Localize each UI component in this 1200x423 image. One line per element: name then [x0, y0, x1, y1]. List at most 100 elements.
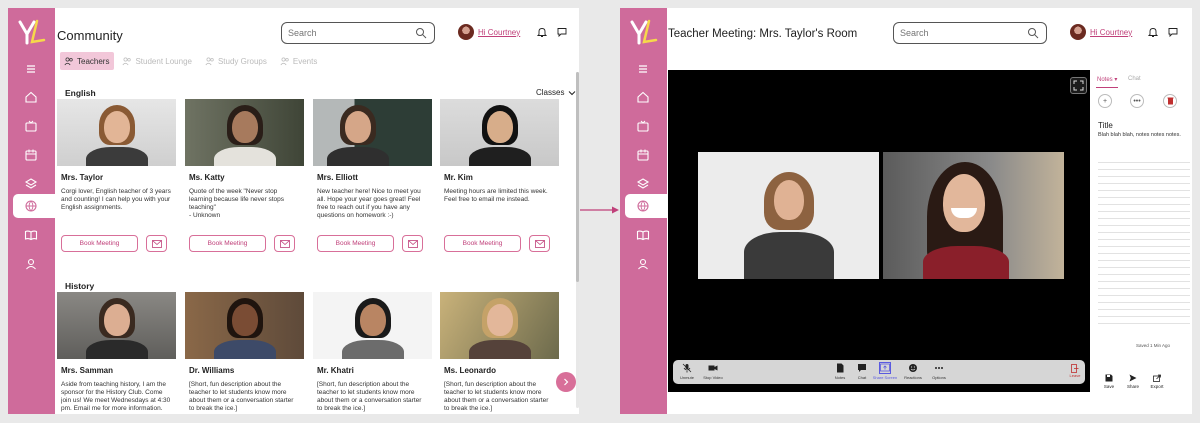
tab-study-groups[interactable]: Study Groups: [201, 52, 272, 70]
globe-icon[interactable]: [22, 197, 40, 215]
mail-icon: [151, 239, 162, 248]
next-page-button[interactable]: [556, 372, 576, 392]
saved-status: Saved 1 Min Ago: [1136, 343, 1171, 348]
tv-icon[interactable]: [634, 117, 652, 135]
globe-icon[interactable]: [634, 197, 652, 215]
share-note-button[interactable]: Share: [1124, 374, 1142, 389]
teacher-description: Quote of the week "Never stop learning b…: [189, 188, 285, 219]
meeting-controls: Unmute Stop Video Notes Chat Share Scree…: [673, 360, 1085, 384]
email-button[interactable]: [146, 235, 167, 252]
save-icon: [1105, 374, 1113, 382]
tab-student-lounge[interactable]: Student Lounge: [118, 52, 197, 70]
stop-video-button[interactable]: Stop Video: [701, 363, 725, 380]
reactions-button[interactable]: Reactions: [901, 363, 925, 380]
add-note-button[interactable]: +: [1098, 94, 1112, 108]
page-title: Community: [57, 28, 123, 43]
teacher-card: Mrs. Elliott New teacher here! Nice to m…: [313, 99, 432, 252]
sidebar: [8, 8, 55, 414]
menu-icon[interactable]: [634, 60, 652, 78]
teacher-card: Dr. Williams [Short, fun description abo…: [185, 292, 304, 414]
search-field[interactable]: [893, 22, 1047, 44]
user-menu[interactable]: Hi Courtney: [1070, 22, 1132, 42]
user-greeting-link[interactable]: Hi Courtney: [1090, 28, 1132, 37]
book-meeting-button[interactable]: Book Meeting: [61, 235, 138, 252]
teacher-description: Meeting hours are limited this week. Fee…: [444, 188, 548, 203]
fullscreen-button[interactable]: [1070, 77, 1087, 94]
save-label: Save: [1103, 384, 1115, 389]
delete-note-button[interactable]: [1163, 94, 1177, 108]
email-button[interactable]: [402, 235, 423, 252]
share-screen-button[interactable]: Share Screen: [873, 362, 897, 380]
note-options-button[interactable]: •••: [1130, 94, 1144, 108]
calendar-icon[interactable]: [634, 146, 652, 164]
search-input[interactable]: [894, 23, 1014, 43]
tab-teachers[interactable]: Teachers: [60, 52, 115, 70]
book-meeting-button[interactable]: Book Meeting: [444, 235, 521, 252]
email-button[interactable]: [274, 235, 295, 252]
teacher-description: New teacher here! Nice to meet you all. …: [317, 188, 421, 219]
tab-notes[interactable]: Notes ▾: [1097, 76, 1117, 83]
people-icon: [122, 57, 132, 65]
control-label: Notes: [834, 375, 846, 380]
teacher-card: Ms. Leonardo [Short, fun description abo…: [440, 292, 559, 414]
teacher-photo: [57, 99, 176, 166]
tab-label: Student Lounge: [135, 56, 192, 66]
profile-icon[interactable]: [22, 255, 40, 273]
teacher-photo: [185, 292, 304, 359]
layers-icon[interactable]: [634, 175, 652, 193]
email-button[interactable]: [529, 235, 550, 252]
note-body[interactable]: Blah blah blah, notes notes notes.: [1098, 132, 1190, 139]
layers-icon[interactable]: [22, 175, 40, 193]
scrollbar-thumb[interactable]: [576, 72, 579, 282]
sidebar: [620, 8, 667, 414]
teacher-photo: [313, 99, 432, 166]
user-greeting-link[interactable]: Hi Courtney: [478, 28, 520, 37]
section-title-history: History: [65, 281, 95, 291]
save-note-button[interactable]: Save: [1100, 374, 1118, 389]
bell-icon[interactable]: [536, 26, 548, 38]
flow-arrow: [580, 206, 619, 214]
teacher-description: [Short, fun description about the teache…: [444, 381, 549, 412]
teacher-description: Corgi lover, English teacher of 3 years …: [61, 188, 171, 211]
user-menu[interactable]: Hi Courtney: [458, 22, 520, 42]
teacher-name: Mr. Kim: [444, 173, 473, 182]
book-meeting-button[interactable]: Book Meeting: [189, 235, 266, 252]
book-meeting-button[interactable]: Book Meeting: [317, 235, 394, 252]
search-icon: [416, 28, 427, 39]
calendar-icon[interactable]: [22, 146, 40, 164]
export-note-button[interactable]: Export: [1148, 374, 1166, 389]
tab-events[interactable]: Events: [276, 52, 322, 70]
menu-icon[interactable]: [22, 60, 40, 78]
chat-button[interactable]: Chat: [850, 363, 874, 380]
book-icon[interactable]: [22, 226, 40, 244]
home-icon[interactable]: [634, 88, 652, 106]
tv-icon[interactable]: [22, 117, 40, 135]
tab-chat[interactable]: Chat: [1128, 76, 1141, 82]
unmute-button[interactable]: Unmute: [675, 363, 699, 380]
search-icon: [1028, 28, 1039, 39]
note-title[interactable]: Title: [1098, 121, 1113, 130]
chat-icon[interactable]: [1167, 26, 1179, 38]
more-icon: [935, 367, 943, 369]
home-icon[interactable]: [22, 88, 40, 106]
chevron-right-icon: [564, 378, 569, 386]
chat-icon[interactable]: [556, 26, 568, 38]
share-screen-icon: [879, 362, 891, 374]
leave-button[interactable]: Leave: [1069, 364, 1081, 380]
notes-button[interactable]: Notes: [828, 363, 852, 380]
active-tab-underline: [1096, 87, 1118, 88]
share-label: Share: [1126, 384, 1139, 389]
meeting-window: Teacher Meeting: Mrs. Taylor's Room Hi C…: [620, 8, 1192, 414]
control-label: Stop Video: [703, 375, 723, 380]
classes-dropdown[interactable]: Classes: [536, 88, 576, 97]
video-stage: Unmute Stop Video Notes Chat Share Scree…: [668, 70, 1090, 392]
search-field[interactable]: [281, 22, 435, 44]
profile-icon[interactable]: [634, 255, 652, 273]
book-icon[interactable]: [634, 226, 652, 244]
camera-icon: [708, 365, 718, 371]
search-input[interactable]: [282, 23, 402, 43]
bell-icon[interactable]: [1147, 26, 1159, 38]
options-button[interactable]: Options: [927, 363, 951, 380]
reactions-icon: [909, 364, 917, 372]
teacher-description: [Short, fun description about the teache…: [317, 381, 422, 412]
